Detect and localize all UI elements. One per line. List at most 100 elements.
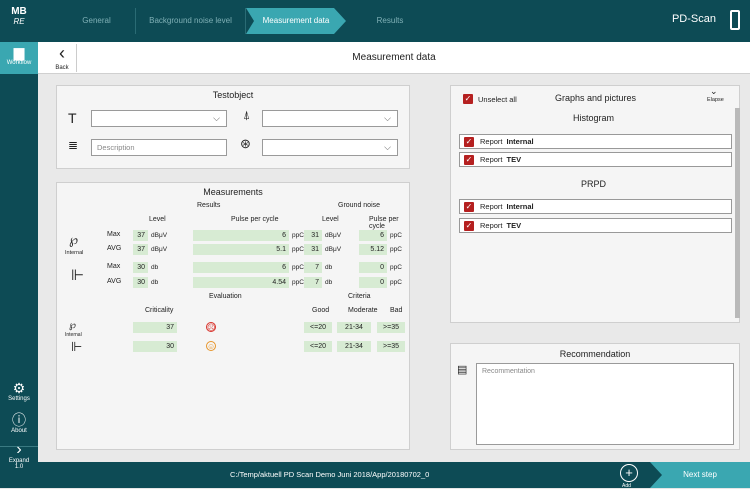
criteria-moderate-value: 21-34 bbox=[337, 322, 371, 333]
criteria-bad-header: Bad bbox=[390, 307, 403, 314]
location-select[interactable] bbox=[262, 110, 398, 127]
step-background-noise[interactable]: Background noise level bbox=[136, 8, 246, 34]
level-value: 30 bbox=[133, 262, 148, 273]
noise-level-value: 31 bbox=[304, 244, 322, 255]
ppc-value: 5.1 bbox=[193, 244, 289, 255]
testobject-panel: Testobject T ⍋ ≣ Description ⊛ bbox=[56, 85, 410, 169]
noise-level-value: 7 bbox=[304, 262, 322, 273]
main-content: ‹ Back Measurement data Testobject T ⍋ ≣… bbox=[38, 42, 750, 462]
level-header: Level bbox=[149, 216, 166, 223]
ppc-header: Pulse per cycle bbox=[231, 216, 279, 223]
logo-text: MB bbox=[11, 6, 27, 17]
internal-label: Internal bbox=[65, 250, 84, 256]
sidebar: ▆ Workflow ⚙ Settings ⓘ About bbox=[0, 42, 38, 462]
top-bar: MB RE General Background noise level Mea… bbox=[0, 0, 750, 42]
graphs-panel: ✓ Unselect all Graphs and pictures ⌄ Ela… bbox=[450, 85, 740, 323]
measurements-title: Measurements bbox=[203, 187, 263, 197]
prpd-item-internal[interactable]: ✓ Report Internal bbox=[459, 199, 732, 214]
expand-button[interactable]: › Expand 1.0 bbox=[0, 440, 38, 486]
criteria-moderate-header: Moderate bbox=[348, 307, 378, 314]
next-step-button[interactable]: Next step bbox=[650, 462, 750, 488]
unselect-all-checkbox[interactable]: ✓ bbox=[463, 94, 473, 104]
add-button[interactable]: + bbox=[620, 464, 638, 482]
noise-level-value: 7 bbox=[304, 277, 322, 288]
ppc-unit: ppC bbox=[292, 279, 304, 286]
report-name: Internal bbox=[506, 202, 534, 211]
graphs-scrollbar[interactable] bbox=[735, 108, 740, 318]
checkbox[interactable]: ✓ bbox=[464, 221, 474, 231]
step-results[interactable]: Results bbox=[350, 8, 430, 34]
unselect-all-label: Unselect all bbox=[478, 95, 517, 104]
sidebar-item-workflow[interactable]: ▆ Workflow bbox=[0, 42, 38, 74]
internal-sensor-icon: ℘ bbox=[69, 232, 79, 247]
row-label: AVG bbox=[107, 278, 122, 285]
level-unit: db bbox=[151, 279, 159, 286]
checkbox[interactable]: ✓ bbox=[464, 155, 474, 165]
measurements-panel: Measurements Results Ground noise Level … bbox=[56, 182, 410, 450]
checkbox[interactable]: ✓ bbox=[464, 137, 474, 147]
criteria-header: Criteria bbox=[348, 293, 371, 300]
prpd-item-tev[interactable]: ✓ Report TEV bbox=[459, 218, 732, 233]
checkbox[interactable]: ✓ bbox=[464, 202, 474, 212]
report-name: TEV bbox=[506, 221, 522, 230]
recommendation-panel: Recommendation ▤ Recommentation bbox=[450, 343, 740, 450]
prpd-title: PRPD bbox=[580, 179, 606, 189]
elapse-button[interactable]: Elapse bbox=[707, 97, 724, 103]
criteria-bad-value: >=35 bbox=[377, 322, 405, 333]
sad-face-icon: ☹ bbox=[206, 322, 216, 332]
ppc-value: 6 bbox=[193, 262, 289, 273]
cable-icon: ⍋ bbox=[243, 108, 251, 122]
noise-ppc-unit: ppC bbox=[390, 232, 402, 239]
ground-noise-header: Ground noise bbox=[338, 202, 381, 209]
ppc-value: 6 bbox=[193, 230, 289, 241]
criteria-bad-value: >=35 bbox=[377, 341, 405, 352]
criteria-moderate-value: 21-34 bbox=[337, 341, 371, 352]
report-name: TEV bbox=[506, 155, 522, 164]
tev-sensor-icon: ⊩ bbox=[71, 339, 83, 354]
criticality-value: 30 bbox=[133, 341, 177, 352]
ppc-unit: ppC bbox=[292, 264, 304, 271]
level-value: 30 bbox=[133, 277, 148, 288]
recommendation-field[interactable]: Recommentation bbox=[476, 363, 734, 445]
ppc-unit: ppC bbox=[292, 246, 304, 253]
row-label: AVG bbox=[107, 245, 122, 252]
version-label: 1.0 bbox=[14, 464, 24, 470]
report-name: Internal bbox=[506, 137, 534, 146]
app-logo: MB RE bbox=[0, 0, 38, 42]
sidebar-item-about[interactable]: ⓘ About bbox=[0, 412, 38, 442]
histogram-item-tev[interactable]: ✓ Report TEV bbox=[459, 152, 732, 167]
description-field[interactable]: Description bbox=[91, 139, 227, 156]
report-prefix: Report bbox=[480, 221, 503, 230]
phase-select[interactable] bbox=[262, 139, 398, 156]
histogram-item-internal[interactable]: ✓ Report Internal bbox=[459, 134, 732, 149]
noise-ppc-unit: ppC bbox=[390, 246, 402, 253]
evaluation-header: Evaluation bbox=[209, 293, 242, 300]
step-general[interactable]: General bbox=[58, 8, 136, 34]
recommendation-title: Recommendation bbox=[559, 349, 631, 359]
noise-level-unit: db bbox=[325, 264, 333, 271]
chevron-down-icon[interactable]: ⌄ bbox=[710, 86, 718, 97]
gear-icon: ⚙ bbox=[12, 380, 26, 396]
file-path: C:/Temp/aktuell PD Scan Demo Juni 2018/A… bbox=[230, 470, 430, 479]
logo-subtext: RE bbox=[13, 17, 25, 26]
noise-ppc-unit: ppC bbox=[390, 279, 402, 286]
level-unit: db bbox=[151, 264, 159, 271]
criticality-value: 37 bbox=[133, 322, 177, 333]
level-value: 37 bbox=[133, 244, 148, 255]
noise-level-header: Level bbox=[322, 216, 339, 223]
info-icon: ⓘ bbox=[12, 412, 26, 428]
comment-icon: ▤ bbox=[457, 364, 468, 376]
device-icon[interactable] bbox=[730, 10, 740, 30]
level-value: 37 bbox=[133, 230, 148, 241]
sidebar-item-settings[interactable]: ⚙ Settings bbox=[0, 380, 38, 410]
ppc-value: 4.54 bbox=[193, 277, 289, 288]
type-select[interactable] bbox=[91, 110, 227, 127]
phase-icon: ⊛ bbox=[240, 136, 251, 151]
ppc-unit: ppC bbox=[292, 232, 304, 239]
step-measurement-data[interactable]: Measurement data bbox=[246, 8, 346, 34]
internal-sensor-icon: ℘ bbox=[69, 320, 76, 331]
sidebar-item-label: Workflow bbox=[6, 60, 32, 66]
internal-label: Internal bbox=[65, 332, 82, 338]
level-unit: dBμV bbox=[151, 246, 168, 253]
app-name: PD-Scan bbox=[671, 13, 716, 25]
